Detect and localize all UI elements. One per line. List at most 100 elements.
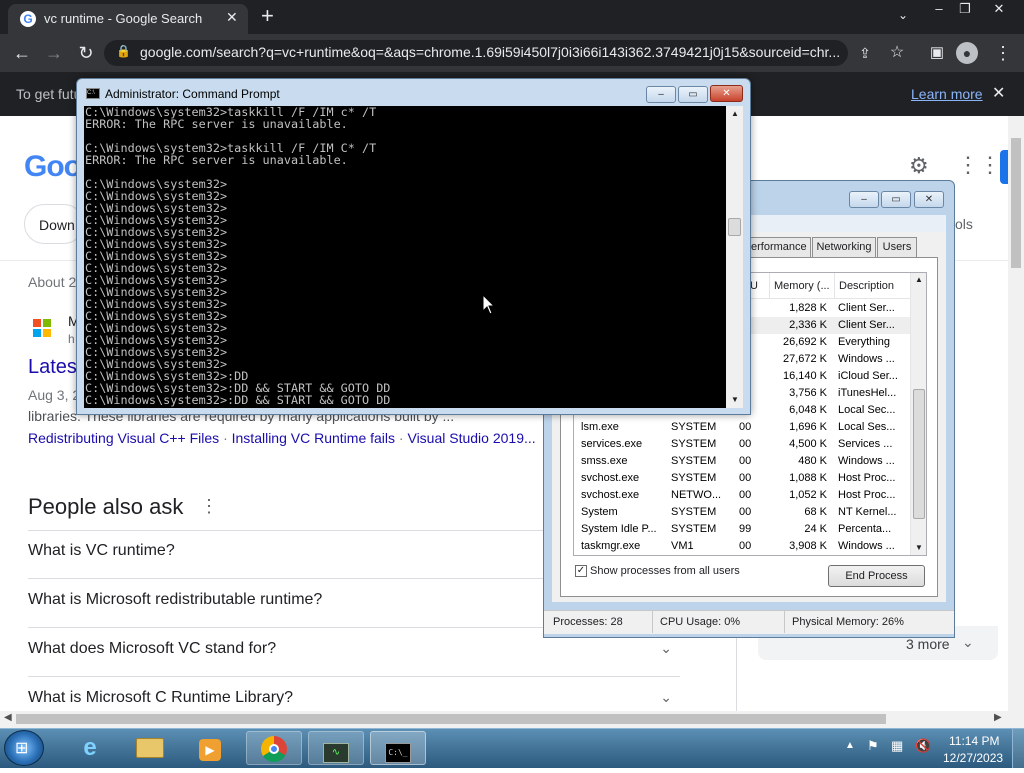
task-manager-taskbar-icon[interactable]: ∿ xyxy=(308,731,364,765)
process-row[interactable]: smss.exe SYSTEM 00 480 K Windows ... xyxy=(574,453,910,470)
tm-close-button[interactable]: ✕ xyxy=(914,191,944,208)
console-scroll-thumb[interactable] xyxy=(728,218,741,236)
scroll-down-icon[interactable]: ▼ xyxy=(915,543,923,552)
tm-tab-networking[interactable]: Networking xyxy=(812,237,876,257)
col-description-header[interactable]: Description xyxy=(834,273,894,299)
browser-tab[interactable]: G vc runtime - Google Search ✕ xyxy=(8,4,248,34)
tm-tab-users[interactable]: Users xyxy=(877,237,917,257)
chevron-down-icon: ⌄ xyxy=(660,689,672,705)
process-scroll-thumb[interactable] xyxy=(913,389,925,519)
url-text: google.com/search?q=vc+runtime&oq=&aqs=c… xyxy=(140,44,841,60)
cmd-close-button[interactable]: ✕ xyxy=(710,85,743,102)
clock-time[interactable]: 11:14 PM xyxy=(949,734,999,748)
chrome-taskbar-icon[interactable] xyxy=(246,731,302,765)
file-explorer-icon[interactable] xyxy=(122,731,178,765)
close-tab-icon[interactable]: ✕ xyxy=(226,9,238,26)
tm-maximize-button[interactable]: ▭ xyxy=(881,191,911,208)
console-scrollbar[interactable]: ▲ ▼ xyxy=(726,106,743,408)
process-desc: Local Sec... xyxy=(838,404,896,416)
process-desc: Local Ses... xyxy=(838,421,896,433)
show-hidden-icons-icon[interactable]: ▲ xyxy=(845,740,855,751)
learn-more-link[interactable]: Learn more xyxy=(911,86,983,102)
new-tab-button[interactable]: + xyxy=(261,3,274,29)
vertical-scroll-thumb[interactable] xyxy=(1011,138,1021,268)
bookmark-star-icon[interactable]: ☆ xyxy=(884,40,910,66)
horizontal-scroll-thumb[interactable] xyxy=(16,714,886,724)
sitelink-3[interactable]: Visual Studio 2019... xyxy=(407,430,535,446)
back-icon[interactable]: ← xyxy=(9,40,35,66)
process-mem: 3,908 K xyxy=(789,540,827,552)
sitelink-sep-2: · xyxy=(398,430,404,446)
process-name: svchost.exe xyxy=(581,472,640,484)
process-name: System xyxy=(581,506,618,518)
tm-minimize-button[interactable]: – xyxy=(849,191,879,208)
process-cpu: 99 xyxy=(739,523,752,535)
scroll-right-icon[interactable]: ▶ xyxy=(994,712,1002,723)
col-cpu-header[interactable]: U xyxy=(750,273,758,299)
cmd-maximize-button[interactable]: ▭ xyxy=(678,86,708,103)
network-icon[interactable]: ▦ xyxy=(891,738,903,754)
process-row[interactable]: svchost.exe SYSTEM 00 1,088 K Host Proc... xyxy=(574,470,910,487)
process-mem: 3,756 K xyxy=(789,387,827,399)
tm-tab-performance[interactable]: erformance xyxy=(748,237,811,257)
scroll-up-icon[interactable]: ▲ xyxy=(915,275,923,284)
filter-chip[interactable]: Down xyxy=(24,204,84,244)
process-row[interactable]: lsm.exe SYSTEM 00 1,696 K Local Ses... xyxy=(574,419,910,436)
paa-more-icon[interactable]: ⋮ xyxy=(200,496,218,517)
show-all-label[interactable]: Show processes from all users xyxy=(590,565,740,577)
result-title[interactable]: Lates xyxy=(28,356,77,379)
show-all-checkbox[interactable]: ✓ xyxy=(575,565,587,577)
profile-avatar-icon[interactable]: ● xyxy=(956,42,978,64)
close-window-icon[interactable]: ✕ xyxy=(984,0,1014,18)
forward-icon[interactable]: → xyxy=(41,40,67,66)
chevron-down-icon: ⌄ xyxy=(962,634,974,650)
process-row[interactable]: services.exe SYSTEM 00 4,500 K Services ... xyxy=(574,436,910,453)
process-row[interactable]: System SYSTEM 00 68 K NT Kernel... xyxy=(574,504,910,521)
process-cpu: 00 xyxy=(739,489,752,501)
tools-button[interactable]: ols xyxy=(955,216,973,232)
vertical-scrollbar[interactable] xyxy=(1008,116,1024,728)
cmd-taskbar-icon[interactable]: C:\_ xyxy=(370,731,426,765)
process-mem: 480 K xyxy=(798,455,827,467)
cmd-minimize-button[interactable]: – xyxy=(646,86,676,103)
infobar-close-icon[interactable]: ✕ xyxy=(992,83,1005,103)
process-mem: 68 K xyxy=(804,506,827,518)
action-center-flag-icon[interactable]: ⚑ xyxy=(867,738,879,754)
result-stats: About 2 xyxy=(28,274,77,290)
process-row[interactable]: taskmgr.exe VM1 00 3,908 K Windows ... xyxy=(574,538,910,555)
scroll-left-icon[interactable]: ◀ xyxy=(4,712,12,723)
process-user: SYSTEM xyxy=(671,506,717,518)
volume-muted-icon[interactable]: 🔇 xyxy=(915,738,931,754)
media-player-icon[interactable]: ▶ xyxy=(182,731,238,765)
process-desc: Windows ... xyxy=(838,540,895,552)
show-desktop-button[interactable] xyxy=(1012,729,1024,768)
address-bar[interactable]: 🔒 google.com/search?q=vc+runtime&oq=&aqs… xyxy=(104,40,848,66)
scroll-down-icon[interactable]: ▼ xyxy=(731,395,739,404)
reload-icon[interactable]: ↻ xyxy=(73,40,99,66)
tm-tab-label: Users xyxy=(882,241,912,253)
settings-gear-icon[interactable]: ⚙ xyxy=(909,153,929,179)
scroll-up-icon[interactable]: ▲ xyxy=(731,109,739,118)
more-text: 3 more xyxy=(906,636,950,652)
col-memory-header[interactable]: Memory (... xyxy=(769,273,830,299)
process-desc: NT Kernel... xyxy=(838,506,897,518)
side-panel-icon[interactable]: ▣ xyxy=(924,40,950,66)
process-row[interactable]: svchost.exe NETWO... 00 1,052 K Host Proc... xyxy=(574,487,910,504)
console-output[interactable]: C:\Windows\system32>taskkill /F /IM c* /… xyxy=(84,106,726,408)
restore-icon[interactable]: ❐ xyxy=(950,0,980,18)
sitelink-1[interactable]: Redistributing Visual C++ Files xyxy=(28,430,219,446)
process-list-scrollbar[interactable]: ▲ ▼ xyxy=(910,273,926,555)
process-row[interactable]: System Idle P... SYSTEM 99 24 K Percenta... xyxy=(574,521,910,538)
tab-search-icon[interactable]: ⌄ xyxy=(898,8,908,22)
process-name: svchost.exe xyxy=(581,489,640,501)
clock-date[interactable]: 12/27/2023 xyxy=(943,751,1003,765)
internet-explorer-icon[interactable]: e xyxy=(62,731,118,765)
share-icon[interactable]: ⇪ xyxy=(852,40,878,66)
end-process-button[interactable]: End Process xyxy=(828,565,925,587)
apps-grid-icon[interactable]: ⋮⋮ xyxy=(957,152,1001,178)
horizontal-scrollbar[interactable]: ◀ ▶ xyxy=(0,711,1008,728)
process-name: smss.exe xyxy=(581,455,628,467)
sitelink-2[interactable]: Installing VC Runtime fails xyxy=(232,430,395,446)
chrome-menu-icon[interactable]: ⋮ xyxy=(990,40,1016,66)
process-mem: 1,696 K xyxy=(789,421,827,433)
